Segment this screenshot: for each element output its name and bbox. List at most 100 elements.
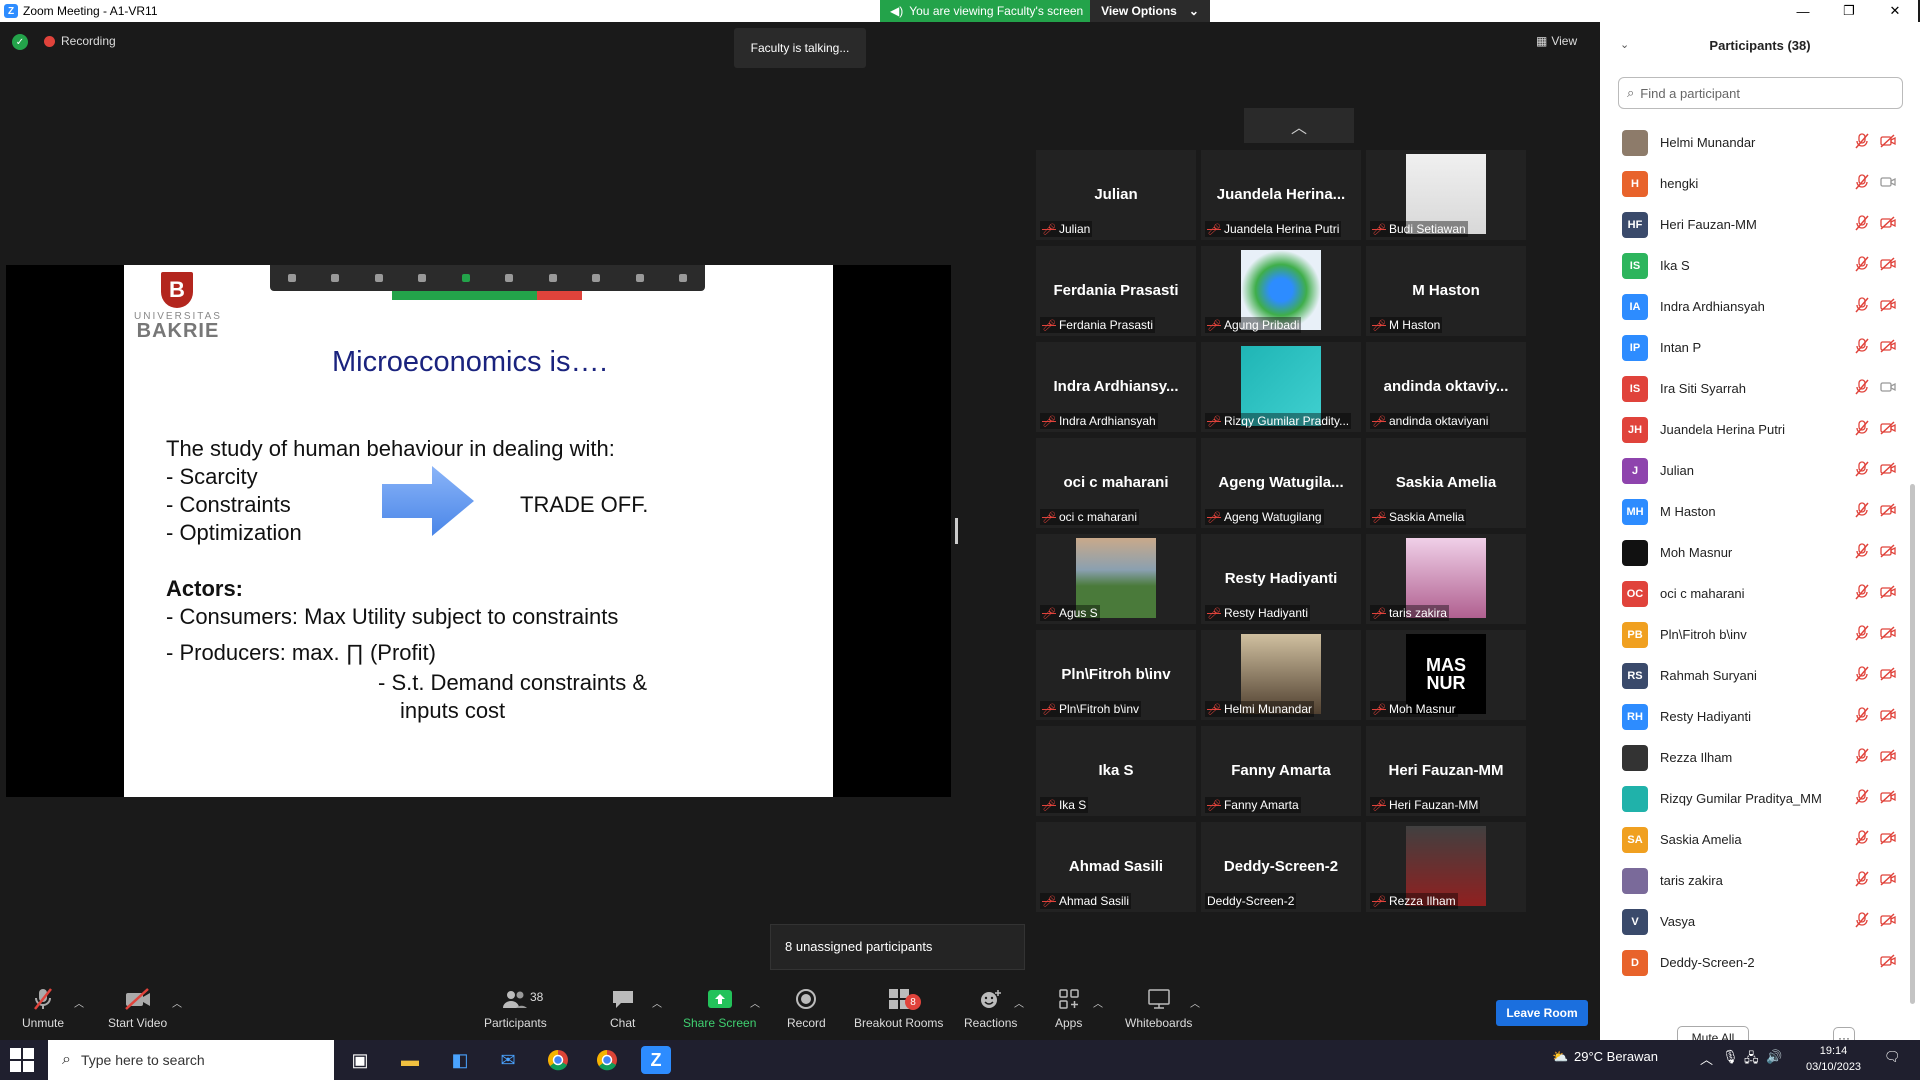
participant-row[interactable]: V Vasya <box>1600 901 1910 942</box>
video-off-icon[interactable] <box>1880 257 1896 274</box>
participant-row[interactable]: SA Saskia Amelia <box>1600 819 1910 860</box>
muted-mic-icon[interactable] <box>1855 789 1869 808</box>
participant-row[interactable]: IP Intan P <box>1600 327 1910 368</box>
participant-row[interactable]: Moh Masnur <box>1600 532 1910 573</box>
mail-icon[interactable]: ✉ <box>493 1046 523 1074</box>
task-view-icon[interactable]: ▣ <box>345 1046 375 1074</box>
muted-mic-icon[interactable] <box>1855 215 1869 234</box>
participant-video-tile[interactable]: MAS NUR 🎤︎ Moh Masnur <box>1366 630 1526 720</box>
muted-mic-icon[interactable] <box>1855 830 1869 849</box>
participant-row[interactable]: Hhengki <box>1600 163 1910 204</box>
video-off-icon[interactable] <box>1880 626 1896 643</box>
share-options-caret[interactable]: ︿ <box>750 995 760 1010</box>
video-off-icon[interactable] <box>1880 339 1896 356</box>
muted-mic-icon[interactable] <box>1855 461 1869 480</box>
file-explorer-icon[interactable]: ▬ <box>395 1046 425 1074</box>
video-off-icon[interactable] <box>1880 667 1896 684</box>
view-options-button[interactable]: View Options ⌄ <box>1090 0 1210 22</box>
participant-video-tile[interactable]: 🎤︎ Helmi Munandar <box>1201 630 1361 720</box>
muted-mic-icon[interactable] <box>1855 256 1869 275</box>
participant-video-tile[interactable]: 🎤︎ Rezza Ilham <box>1366 822 1526 912</box>
recording-indicator[interactable]: Recording <box>44 34 116 48</box>
notification-icon[interactable]: 🗨 <box>1884 1049 1901 1065</box>
chat-options-caret[interactable]: ︿ <box>652 995 662 1010</box>
video-on-icon[interactable] <box>1880 380 1896 397</box>
video-off-icon[interactable] <box>1880 585 1896 602</box>
video-off-icon[interactable] <box>1880 708 1896 725</box>
zoom-taskbar-icon[interactable]: Z <box>641 1046 671 1074</box>
taskbar-search-input[interactable]: ⌕ Type here to search <box>48 1040 334 1080</box>
muted-mic-icon[interactable] <box>1855 338 1869 357</box>
whiteboards-button[interactable]: Whiteboards <box>1125 986 1192 1030</box>
participant-video-tile[interactable]: Pln\Fitroh b\inv 🎤︎ Pln\Fitroh b\inv <box>1036 630 1196 720</box>
participant-video-tile[interactable]: 🎤︎ Budi Setiawan <box>1366 150 1526 240</box>
participant-row[interactable]: PB Pln\Fitroh b\inv <box>1600 614 1910 655</box>
reactions-options-caret[interactable]: ︿ <box>1014 995 1024 1010</box>
chat-button[interactable]: Chat <box>610 986 635 1030</box>
microphone-icon[interactable]: 🎙 <box>1722 1049 1739 1065</box>
unmute-button[interactable]: Unmute <box>22 986 64 1030</box>
participant-row[interactable]: J Julian <box>1600 450 1910 491</box>
muted-mic-icon[interactable] <box>1855 502 1869 521</box>
participant-video-tile[interactable]: Ika S 🎤︎ Ika S <box>1036 726 1196 816</box>
muted-mic-icon[interactable] <box>1855 297 1869 316</box>
network-icon[interactable]: 🖧 <box>1744 1049 1759 1071</box>
participant-video-tile[interactable]: Julian 🎤︎ Julian <box>1036 150 1196 240</box>
participant-search-input[interactable]: ⌕ Find a participant <box>1618 77 1903 109</box>
participant-row[interactable]: IS Ika S <box>1600 245 1910 286</box>
muted-mic-icon[interactable] <box>1855 174 1869 193</box>
participant-list-scrollbar[interactable] <box>1910 484 1915 1004</box>
split-divider-handle[interactable] <box>955 518 958 544</box>
participant-row[interactable]: MH M Haston <box>1600 491 1910 532</box>
participant-row[interactable]: Helmi Munandar <box>1600 122 1910 163</box>
participant-video-tile[interactable]: 🎤︎ Agung Pribadi <box>1201 246 1361 336</box>
muted-mic-icon[interactable] <box>1855 133 1869 152</box>
participant-row[interactable]: JH Juandela Herina Putri <box>1600 409 1910 450</box>
video-off-icon[interactable] <box>1880 872 1896 889</box>
participant-video-tile[interactable]: oci c maharani 🎤︎ oci c maharani <box>1036 438 1196 528</box>
muted-mic-icon[interactable] <box>1855 543 1869 562</box>
participant-row[interactable]: RS Rahmah Suryani <box>1600 655 1910 696</box>
system-clock[interactable]: 19:14 03/10/2023 <box>1806 1043 1861 1075</box>
chrome-icon[interactable] <box>543 1046 573 1074</box>
participant-video-tile[interactable]: Ahmad Sasili 🎤︎ Ahmad Sasili <box>1036 822 1196 912</box>
participant-row[interactable]: D Deddy-Screen-2 <box>1600 942 1910 983</box>
windows-start-icon[interactable] <box>10 1048 34 1072</box>
weather-text[interactable]: 29°C Berawan <box>1574 1049 1658 1064</box>
participant-video-tile[interactable]: Indra Ardhiansy... 🎤︎ Indra Ardhiansyah <box>1036 342 1196 432</box>
view-button[interactable]: ▦ View <box>1536 34 1577 48</box>
volume-icon[interactable]: 🔊 <box>1766 1049 1782 1065</box>
video-on-icon[interactable] <box>1880 175 1896 192</box>
video-off-icon[interactable] <box>1880 421 1896 438</box>
participant-video-tile[interactable]: Resty Hadiyanti 🎤︎ Resty Hadiyanti <box>1201 534 1361 624</box>
video-off-icon[interactable] <box>1880 954 1896 971</box>
leave-room-button[interactable]: Leave Room <box>1496 1000 1588 1026</box>
muted-mic-icon[interactable] <box>1855 625 1869 644</box>
video-off-icon[interactable] <box>1880 298 1896 315</box>
participant-row[interactable]: IA Indra Ardhiansyah <box>1600 286 1910 327</box>
participant-video-tile[interactable]: Juandela Herina... 🎤︎ Juandela Herina Putr… <box>1201 150 1361 240</box>
maximize-button[interactable]: ❐ <box>1826 0 1872 22</box>
participant-row[interactable]: HF Heri Fauzan-MM <box>1600 204 1910 245</box>
video-off-icon[interactable] <box>1880 749 1896 766</box>
participant-video-tile[interactable]: 🎤︎ Rizqy Gumilar Pradity... <box>1201 342 1361 432</box>
participant-video-tile[interactable]: Saskia Amelia 🎤︎ Saskia Amelia <box>1366 438 1526 528</box>
muted-mic-icon[interactable] <box>1855 666 1869 685</box>
participant-row[interactable]: IS Ira Siti Syarrah <box>1600 368 1910 409</box>
apps-options-caret[interactable]: ︿ <box>1093 995 1103 1010</box>
video-off-icon[interactable] <box>1880 913 1896 930</box>
tray-chevron-icon[interactable]: ︿ <box>1700 1049 1713 1068</box>
video-off-icon[interactable] <box>1880 831 1896 848</box>
reactions-button[interactable]: Reactions <box>964 986 1017 1030</box>
start-video-button[interactable]: Start Video <box>108 986 167 1030</box>
close-button[interactable]: ✕ <box>1872 0 1918 22</box>
muted-mic-icon[interactable] <box>1855 379 1869 398</box>
participant-row[interactable]: Rizqy Gumilar Praditya_MM <box>1600 778 1910 819</box>
participant-video-tile[interactable]: Fanny Amarta 🎤︎ Fanny Amarta <box>1201 726 1361 816</box>
participant-video-tile[interactable]: andinda oktaviy... 🎤︎ andinda oktaviyani <box>1366 342 1526 432</box>
participant-row[interactable]: Rezza Ilham <box>1600 737 1910 778</box>
video-off-icon[interactable] <box>1880 503 1896 520</box>
muted-mic-icon[interactable] <box>1855 871 1869 890</box>
minimize-button[interactable]: — <box>1780 0 1826 22</box>
store-icon[interactable]: ◧ <box>445 1046 475 1074</box>
